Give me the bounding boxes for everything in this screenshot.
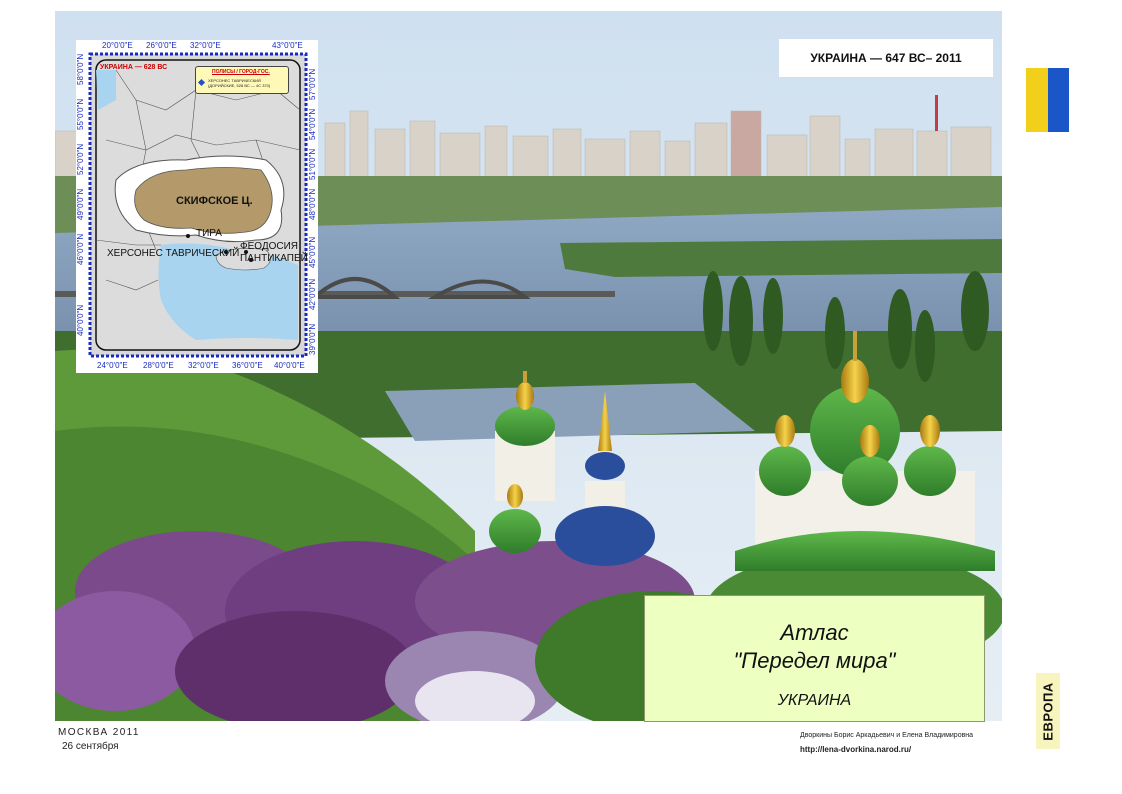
flag-blue-stripe — [1048, 68, 1069, 132]
atlas-country: УКРАИНА — [777, 692, 852, 709]
coord-bottom: 28°0'0"E — [143, 361, 174, 370]
atlas-label-box: Атлас "Передел мира" УКРАИНА — [644, 595, 985, 722]
map-legend: ПОЛИСЫ / ГОРОД-ГОС. ХЕРСОНЕС ТАВРИЧЕСКИЙ… — [195, 66, 289, 94]
coord-right: 51°0'0"N — [308, 148, 317, 180]
coord-bottom: 32°0'0"E — [188, 361, 219, 370]
coord-top: 20°0'0"E — [102, 41, 133, 50]
region-tag: ЕВРОПА — [1036, 673, 1060, 749]
coord-right: 45°0'0"N — [308, 236, 317, 268]
map-label-panticapaeum: ПАНТИКАПЕЙ — [240, 253, 308, 264]
coord-right: 54°0'0"N — [308, 108, 317, 140]
page-title: УКРАИНА — 647 ВС– 2011 — [779, 39, 993, 77]
coord-right: 39°0'0"N — [308, 323, 317, 355]
region-label: ЕВРОПА — [1040, 681, 1056, 741]
coord-top: 43°0'0"E — [272, 41, 303, 50]
legend-text: ХЕРСОНЕС ТАВРИЧЕСКИЙ (ДОРИЙСКИЕ, 528 ВС … — [208, 78, 271, 88]
coord-left: 40°0'0"N — [76, 304, 85, 336]
footer-url-link[interactable]: http://lena-dvorkina.narod.ru/ — [800, 745, 911, 754]
legend-title: ПОЛИСЫ / ГОРОД-ГОС. — [212, 69, 270, 75]
coord-bottom: 36°0'0"E — [232, 361, 263, 370]
footer-date: 26 сентября — [62, 741, 119, 752]
coord-left: 55°0'0"N — [76, 98, 85, 130]
map-label-scythia: СКИФСКОЕ Ц. — [176, 195, 253, 207]
flag-yellow-stripe — [1026, 68, 1048, 132]
coord-right: 57°0'0"N — [308, 68, 317, 100]
ukraine-flag-icon — [1026, 68, 1069, 132]
coord-right: 42°0'0"N — [308, 278, 317, 310]
atlas-subtitle: "Передел мира" — [733, 648, 896, 673]
footer-authors: Дворкины Борис Аркадьевич и Елена Владим… — [800, 732, 974, 739]
atlas-title: Атлас — [780, 620, 849, 645]
map-period-tag: УКРАИНА — 628 ВС — [100, 64, 168, 71]
footer-city-year: МОСКВА 2011 — [58, 727, 140, 738]
coord-left: 52°0'0"N — [76, 143, 85, 175]
coord-top: 26°0'0"E — [146, 41, 177, 50]
coord-left: 46°0'0"N — [76, 233, 85, 265]
coord-bottom: 24°0'0"E — [97, 361, 128, 370]
coord-right: 48°0'0"N — [308, 188, 317, 220]
coord-top: 32°0'0"E — [190, 41, 221, 50]
map-label-feodosia: ФЕОДОСИЯ — [240, 241, 299, 252]
coord-left: 49°0'0"N — [76, 188, 85, 220]
map-label-tira: ТИРА — [196, 228, 222, 239]
legend-diamond-icon — [197, 78, 206, 87]
coord-bottom: 40°0'0"E — [274, 361, 305, 370]
map-label-chersonesus: ХЕРСОНЕС ТАВРИЧЕСКИЙ — [107, 248, 240, 259]
coord-left: 58°0'0"N — [76, 53, 85, 85]
